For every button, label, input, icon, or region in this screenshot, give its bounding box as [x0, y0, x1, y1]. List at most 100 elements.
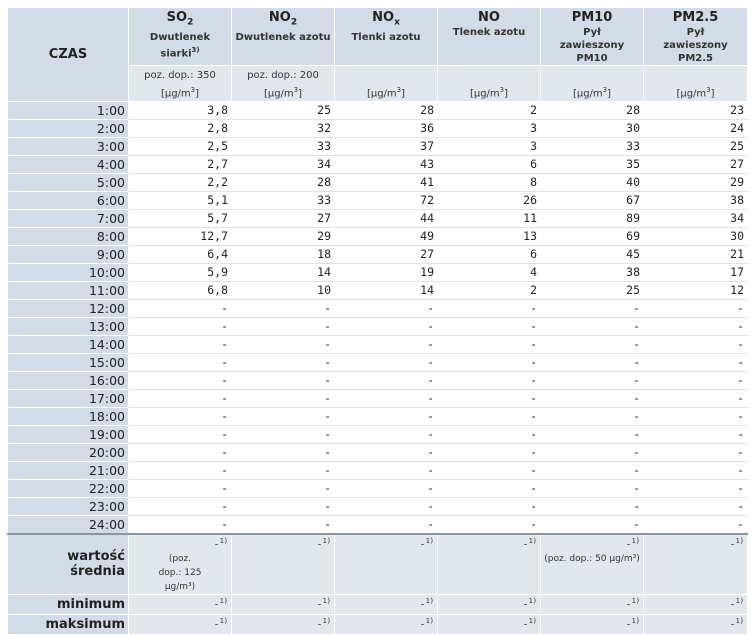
nox-value: - [334, 443, 438, 463]
table-row: 13:00- - - - - - [7, 317, 748, 337]
stat-row: maksimum -1) -1) -1) -1) -1) -1) [7, 613, 748, 635]
nox-unit-cell: [µg/m3] [334, 64, 438, 103]
table-row: 19:00- - - - - - [7, 425, 748, 445]
no-value: - [437, 515, 541, 535]
no2-unit-cell: poz. dop.: 200 [µg/m3] [231, 64, 335, 103]
nox-value: 44 [334, 209, 438, 229]
nox-header: NOx Tlenki azotu [334, 7, 438, 66]
stat-label: wartość średnia [7, 533, 129, 595]
no-header: NO Tlenek azotu [437, 7, 541, 66]
time-cell: 11:00 [7, 281, 129, 301]
time-cell: 1:00 [7, 101, 129, 121]
pm25-value: 34 [643, 209, 748, 229]
table-row: 15:00- - - - - - [7, 353, 748, 373]
so2-value: 5,1 [128, 191, 232, 211]
pm25-value: 12 [643, 281, 748, 301]
no2-value: - [231, 479, 335, 499]
pm10-value: - [540, 407, 644, 427]
table-row: 23:00- - - - - - [7, 497, 748, 517]
no2-value: - [231, 515, 335, 535]
no2-value: - [231, 443, 335, 463]
pm25-value: - [643, 407, 748, 427]
so2-value: - [128, 371, 232, 391]
pm10-value: - [540, 497, 644, 517]
so2-value: - [128, 353, 232, 373]
no2-value: - [231, 497, 335, 517]
table-row: 4:00 2,7 34 43 6 35 27 [7, 155, 748, 175]
so2-unit-cell: poz. dop.: 350 [µg/m3] [128, 64, 232, 103]
nox-value: - [334, 371, 438, 391]
so2-value: 2,5 [128, 137, 232, 157]
pm10-stat: -1) [540, 593, 644, 615]
pm10-value: 45 [540, 245, 644, 265]
time-cell: 6:00 [7, 191, 129, 211]
no2-value: 27 [231, 209, 335, 229]
no-unit: [µg/m3] [469, 86, 509, 100]
no-unit-cell: [µg/m3] [437, 64, 541, 103]
time-cell: 2:00 [7, 119, 129, 139]
pm25-value: 25 [643, 137, 748, 157]
stat-row: minimum -1) -1) -1) -1) -1) -1) [7, 593, 748, 615]
table-row: 6:00 5,1 33 72 26 67 38 [7, 191, 748, 211]
pm10-value: - [540, 335, 644, 355]
pm25-value: 17 [643, 263, 748, 283]
no-value: - [437, 479, 541, 499]
pm10-stat: -1) [540, 613, 644, 635]
time-cell: 18:00 [7, 407, 129, 427]
so2-value: 2,2 [128, 173, 232, 193]
so2-stat-limit: (poz. dop.: 125 µg/m³) [158, 553, 202, 592]
no2-value: 18 [231, 245, 335, 265]
no2-value: 29 [231, 227, 335, 247]
pm10-unit: [µg/m3] [572, 86, 612, 100]
table-row: 21:00- - - - - - [7, 461, 748, 481]
time-cell: 13:00 [7, 317, 129, 337]
nox-stat: -1) [334, 613, 438, 635]
no-value: - [437, 497, 541, 517]
pm25-unit-cell: [µg/m3] [643, 64, 748, 103]
pm25-value: - [643, 389, 748, 409]
nox-value: - [334, 461, 438, 481]
no-value: 26 [437, 191, 541, 211]
no2-value: 25 [231, 101, 335, 121]
pm10-value: - [540, 317, 644, 337]
nox-value: 41 [334, 173, 438, 193]
pm10-stat: -1) (poz. dop.: 50 µg/m³) [540, 533, 644, 595]
pm25-value: - [643, 497, 748, 517]
nox-value: - [334, 515, 438, 535]
pm10-value: 67 [540, 191, 644, 211]
no2-value: - [231, 335, 335, 355]
pm10-stat-limit: (poz. dop.: 50 µg/m³) [544, 553, 640, 564]
nox-stat: -1) [334, 593, 438, 615]
no-value: - [437, 335, 541, 355]
pm10-value: - [540, 425, 644, 445]
so2-stat: -1) (poz. dop.: 125 µg/m³) [128, 533, 232, 595]
pm25-value: - [643, 515, 748, 535]
nox-value: - [334, 299, 438, 319]
no2-value: 33 [231, 137, 335, 157]
pm25-value: 27 [643, 155, 748, 175]
no2-stat: -1) [231, 613, 335, 635]
time-cell: 24:00 [7, 515, 129, 535]
table-row: 17:00- - - - - - [7, 389, 748, 409]
so2-value: - [128, 407, 232, 427]
pm10-value: 40 [540, 173, 644, 193]
so2-unit: [µg/m3] [160, 86, 200, 100]
no-stat: -1) [437, 533, 541, 595]
pm25-value: 24 [643, 119, 748, 139]
no2-value: 14 [231, 263, 335, 283]
so2-value: 6,4 [128, 245, 232, 265]
so2-value: 12,7 [128, 227, 232, 247]
pm25-value: - [643, 299, 748, 319]
pm25-stat: -1) [643, 613, 748, 635]
pm10-value: - [540, 515, 644, 535]
time-cell: 5:00 [7, 173, 129, 193]
nox-value: - [334, 407, 438, 427]
table-row: 24:00- - - - - - [7, 515, 748, 535]
pm10-value: 38 [540, 263, 644, 283]
table-row: 2:00 2,8 32 36 3 30 24 [7, 119, 748, 139]
nox-value: - [334, 335, 438, 355]
pm10-value: 28 [540, 101, 644, 121]
so2-value: 5,9 [128, 263, 232, 283]
pm10-value: 89 [540, 209, 644, 229]
pm25-stat: -1) [643, 533, 748, 595]
